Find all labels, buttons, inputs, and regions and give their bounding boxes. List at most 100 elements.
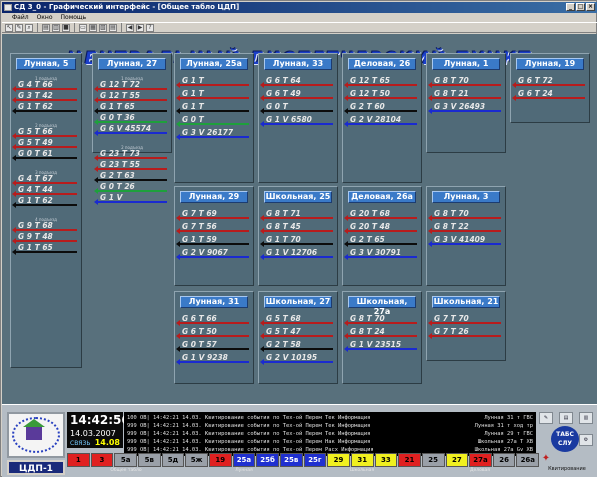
building-button[interactable]: 31 <box>350 453 374 467</box>
print-icon[interactable]: ▤ <box>42 23 50 32</box>
chart-icon[interactable]: ▥ <box>579 412 593 424</box>
building-panel[interactable]: Лунная, 29 G 7 T 69 G 7 T 56 G 1 T 59 G 2 V … <box>174 186 254 286</box>
pipe-line-icon <box>94 166 167 172</box>
panel-title[interactable]: Лунная, 1 <box>432 58 500 70</box>
building-panel[interactable]: Лунная, 51 подъезд G 4 T 66 G 3 T 42 G 1 T … <box>10 53 82 368</box>
table-icon[interactable]: ▦ <box>89 23 97 32</box>
preview-icon[interactable]: ▥ <box>52 23 60 32</box>
log-entry[interactable]: 999 ОВ| 14:42:21 14.03. Квитирование соб… <box>127 438 533 446</box>
lock-icon[interactable]: ■ <box>62 23 70 32</box>
building-button[interactable]: 5ж <box>185 453 208 467</box>
building-panel[interactable]: Деловая, 26а G 20 T 68 G 20 T 48 G 2 T 65 G … <box>342 186 422 286</box>
menu-file[interactable]: Файл <box>12 13 29 22</box>
building-button[interactable]: 29 <box>327 453 350 467</box>
panel-title[interactable]: Школьная, 27 <box>264 296 332 308</box>
pointer-tool-icon[interactable]: ↖ <box>5 23 13 32</box>
pipe-line-icon <box>176 228 249 234</box>
building-panel[interactable]: Лунная, 1 G 8 T 70 G 8 T 21 G 3 V 26493 <box>426 53 506 153</box>
back-arrow-icon[interactable]: ◀ <box>126 23 134 32</box>
panel-title[interactable]: Школьная, 25 <box>264 191 332 203</box>
building-button[interactable]: 25 <box>421 453 445 467</box>
pipe-line-icon <box>12 202 77 208</box>
pipe-line-icon <box>94 86 167 92</box>
log-entry[interactable]: 100 ОВ| 14:42:21 14.03. Квитирование соб… <box>127 414 533 422</box>
pipe-line-icon <box>260 320 333 326</box>
building-button[interactable]: 27а <box>469 453 492 467</box>
panel-title[interactable]: Лунная, 33 <box>264 58 332 70</box>
ack-icon[interactable]: ✦ <box>539 454 553 466</box>
building-panel[interactable]: Лунная, 31 G 6 T 66 G 6 T 50 G 0 T 57 G 1 V … <box>174 291 254 384</box>
param-row: G 0 T 26 <box>94 182 167 194</box>
building-button[interactable]: 5в <box>137 453 161 467</box>
zoom-tool-icon[interactable]: ⌕ <box>25 23 33 32</box>
building-panel[interactable]: Школьная, 21 G 7 T 70 G 7 T 26 <box>426 291 506 361</box>
window-icon[interactable]: ▭ <box>79 23 87 32</box>
panel-title[interactable]: Деловая, 26а <box>348 191 416 203</box>
building-panel[interactable]: Деловая, 26 G 12 T 65 G 12 T 50 G 2 T 60 G 2… <box>342 53 422 183</box>
menu-window[interactable]: Окно <box>37 13 53 22</box>
param-row: G 12 T 65 <box>344 76 417 88</box>
building-button[interactable]: 3 <box>90 453 114 467</box>
building-button[interactable]: 33 <box>374 453 398 467</box>
maximize-button[interactable]: □ <box>576 3 585 11</box>
forward-arrow-icon[interactable]: ▶ <box>136 23 144 32</box>
grid-icon[interactable]: ▧ <box>99 23 107 32</box>
pipe-line-icon <box>512 95 585 101</box>
building-button[interactable]: 25г <box>303 453 327 467</box>
status-area: ЦДП-1 14:42:56 14.03.2007 СВЯЗЬ 14.08 10… <box>2 404 597 477</box>
panel-title[interactable]: Школьная, 21 <box>432 296 500 308</box>
pen-tool-icon[interactable]: ✎ <box>539 412 553 424</box>
building-button[interactable]: 25в <box>279 453 303 467</box>
panel-title[interactable]: Школьная, 27а <box>348 296 416 316</box>
list-icon[interactable]: ▤ <box>109 23 117 32</box>
log-entry[interactable]: 999 ОВ| 14:42:21 14.03. Квитирование соб… <box>127 430 533 438</box>
building-button[interactable]: 21 <box>398 453 421 467</box>
building-panel[interactable]: Лунная, 27 1 подъезд G 12 T 72 G 12 T 55 G 1… <box>92 53 172 205</box>
building-button[interactable]: 25б <box>256 453 279 467</box>
panel-title[interactable]: Лунная, 5 <box>16 58 76 70</box>
building-panel[interactable]: Лунная, 33 G 6 T 64 G 6 T 49 G 0 T G 1 V 65… <box>258 53 338 183</box>
pipe-line-icon <box>94 119 167 125</box>
building-button[interactable]: 26 <box>492 453 516 467</box>
doc-icon[interactable]: ▤ <box>559 412 573 424</box>
param-row: G 5 T 66 <box>12 127 77 139</box>
close-button[interactable]: × <box>586 3 595 11</box>
building-button[interactable]: 26а <box>516 453 540 467</box>
building-panel[interactable]: Школьная, 25 G 8 T 71 G 8 T 45 G 1 T 70 G 1 … <box>258 186 338 286</box>
log-entry[interactable]: 999 ОВ| 14:42:21 14.03. Квитирование соб… <box>127 422 533 430</box>
building-button[interactable]: 27 <box>445 453 469 467</box>
pipe-line-icon <box>428 228 501 234</box>
help-icon[interactable]: ? <box>146 23 154 32</box>
settings-icon[interactable]: ⚙ <box>579 434 593 446</box>
panel-title[interactable]: Деловая, 26 <box>348 58 416 70</box>
panel-title[interactable]: Лунная, 19 <box>516 58 584 70</box>
panel-title[interactable]: Лунная, 29 <box>180 191 248 203</box>
param-row: G 5 T 68 <box>260 314 333 326</box>
panel-title[interactable]: Лунная, 25а <box>180 58 248 70</box>
building-panel[interactable]: Школьная, 27 G 5 T 68 G 5 T 47 G 2 T 58 G 2 … <box>258 291 338 384</box>
server-label: СВЯЗЬ <box>70 440 91 447</box>
log-message: 999 ОВ| 14:42:21 14.03. Квитирование соб… <box>127 431 371 437</box>
building-button[interactable]: 1 <box>67 453 90 467</box>
building-panel[interactable]: Школьная, 27а G 8 T 70 G 8 T 24 G 1 V 23515 <box>342 291 422 384</box>
panel-title[interactable]: Лунная, 27 <box>98 58 166 70</box>
minimize-button[interactable]: _ <box>566 3 575 11</box>
event-log[interactable]: 100 ОВ| 14:42:21 14.03. Квитирование соб… <box>124 412 536 456</box>
edit-tool-icon[interactable]: ✎ <box>15 23 23 32</box>
building-button[interactable]: 25а <box>232 453 256 467</box>
building-button[interactable]: 5а <box>114 453 137 467</box>
building-panel[interactable]: Лунная, 3 G 8 T 70 G 8 T 22 G 3 V 41409 <box>426 186 506 286</box>
building-button[interactable]: 19 <box>208 453 232 467</box>
ack-label: Квитирование <box>548 466 586 472</box>
building-button[interactable]: 5д <box>161 453 185 467</box>
pipe-line-icon <box>176 108 249 114</box>
menu-help[interactable]: Помощь <box>61 13 87 22</box>
panel-title[interactable]: Лунная, 3 <box>432 191 500 203</box>
panel-title[interactable]: Лунная, 31 <box>180 296 248 308</box>
server-value: 14.08 <box>94 438 120 447</box>
building-panel[interactable]: Лунная, 25а G 1 T G 1 T G 1 T G 0 T G 3 V… <box>174 53 254 183</box>
tabs-badge: ТАБС СЛУ <box>551 426 579 452</box>
pipe-line-icon <box>12 191 77 197</box>
building-panel[interactable]: Лунная, 19 G 6 T 72 G 6 T 24 <box>510 53 590 123</box>
param-row: G 23 T 73 <box>94 149 167 161</box>
